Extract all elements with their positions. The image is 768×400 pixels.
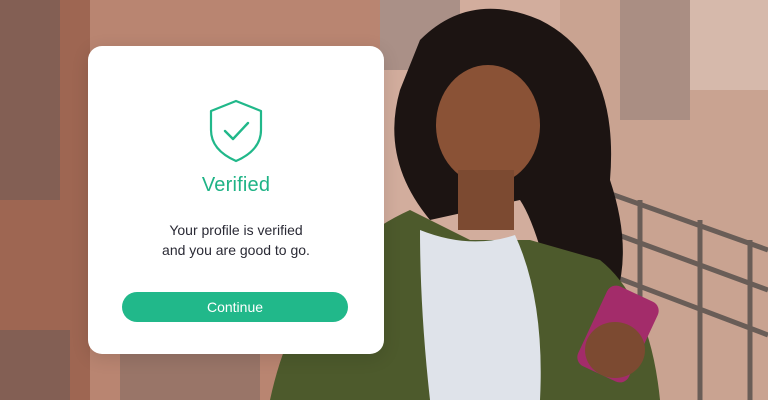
- shield-check-icon: [209, 99, 263, 163]
- verification-card: Verified Your profile is verified and yo…: [88, 46, 384, 354]
- hero-scene: Verified Your profile is verified and yo…: [0, 0, 768, 400]
- verified-message-line-2: and you are good to go.: [162, 242, 310, 258]
- verified-message: Your profile is verified and you are goo…: [108, 220, 364, 260]
- verified-message-line-1: Your profile is verified: [169, 222, 303, 238]
- continue-button[interactable]: Continue: [122, 292, 348, 322]
- verified-title: Verified: [201, 174, 271, 196]
